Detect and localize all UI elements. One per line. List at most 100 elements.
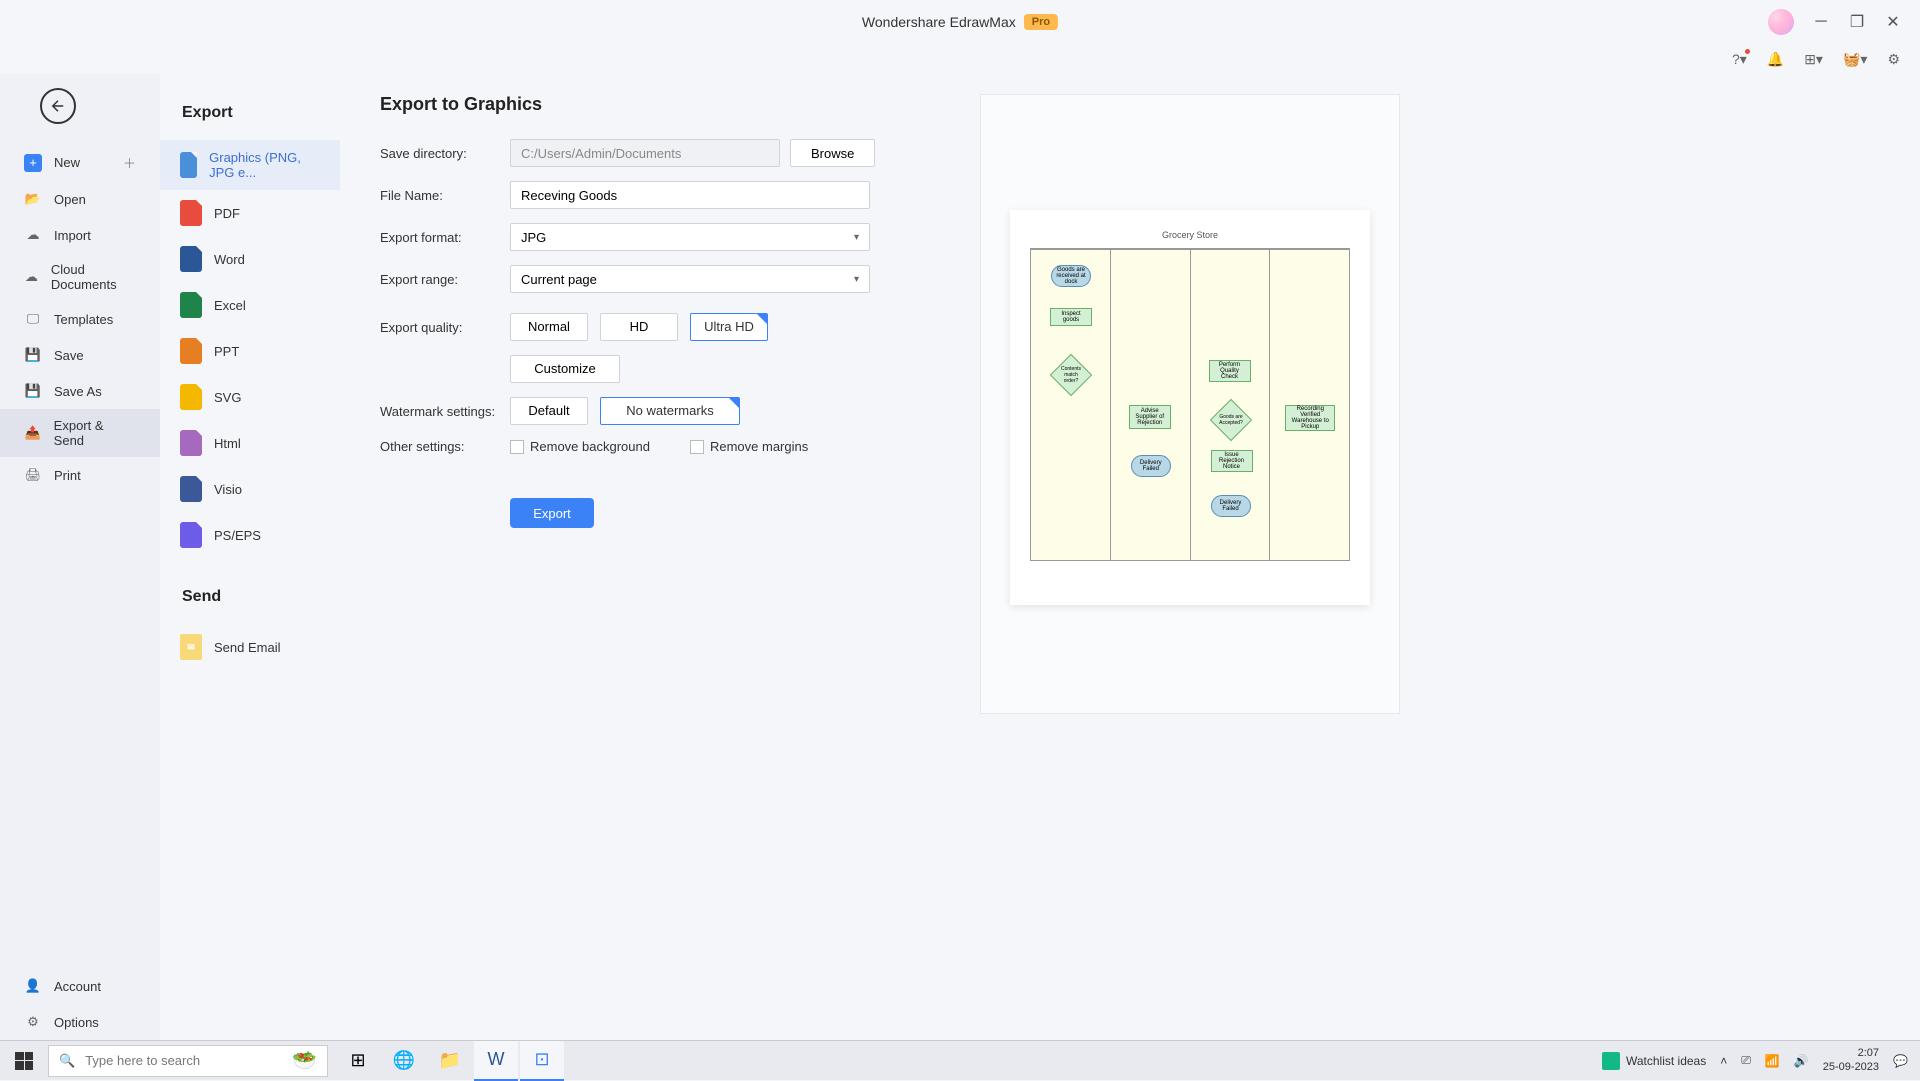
- taskbar: 🔍 Type here to search 🥗 ⊞ 🌐 📁 W ⊡ Watchl…: [0, 1040, 1920, 1080]
- browse-button[interactable]: Browse: [790, 139, 875, 167]
- word-app-icon[interactable]: W: [474, 1041, 518, 1081]
- nav-print[interactable]: 🖨 Print: [0, 457, 160, 493]
- nav-label: Print: [54, 468, 81, 483]
- export-type-label: Visio: [214, 482, 242, 497]
- page-title: Export to Graphics: [380, 94, 940, 115]
- cloud-icon: ☁: [24, 268, 39, 286]
- tray-wifi-icon[interactable]: 📶: [1765, 1054, 1780, 1068]
- watchlist-widget[interactable]: Watchlist ideas: [1602, 1052, 1706, 1070]
- export-type-svg[interactable]: SVG: [160, 374, 340, 420]
- export-type-label: PDF: [214, 206, 240, 221]
- tray-meet-icon[interactable]: ⎚: [1741, 1053, 1751, 1068]
- export-type-label: Html: [214, 436, 241, 451]
- task-view-button[interactable]: ⊞: [336, 1041, 380, 1081]
- format-label: Export format:: [380, 230, 510, 245]
- nav-save-as[interactable]: 💾 Save As: [0, 373, 160, 409]
- printer-icon: 🖨: [24, 466, 42, 484]
- filename-input[interactable]: [510, 181, 870, 209]
- user-avatar[interactable]: [1768, 9, 1794, 35]
- export-type-ppt[interactable]: PPT: [160, 328, 340, 374]
- cloud-down-icon: ☁: [24, 226, 42, 244]
- tray-chevron-icon[interactable]: ˄: [1720, 1054, 1727, 1068]
- watermark-none[interactable]: No watermarks: [600, 397, 740, 425]
- pdf-file-icon: [180, 200, 202, 226]
- left-nav: + New ＋ 📂 Open ☁ Import ☁ Cloud Document…: [0, 74, 160, 1040]
- nav-import[interactable]: ☁ Import: [0, 217, 160, 253]
- export-type-label: PPT: [214, 344, 239, 359]
- swimlane-chart: Goods are received at dock Inspect goods…: [1030, 248, 1350, 561]
- quality-hd[interactable]: HD: [600, 313, 678, 341]
- remove-margins-checkbox[interactable]: Remove margins: [690, 439, 808, 454]
- quality-ultrahd[interactable]: Ultra HD: [690, 313, 768, 341]
- maximize-button[interactable]: ❐: [1848, 13, 1866, 31]
- basket-icon[interactable]: 🧺▾: [1843, 51, 1867, 68]
- settings-icon[interactable]: ⚙: [1887, 51, 1900, 68]
- preview-pane: Grocery Store Goods are received at dock…: [980, 94, 1400, 714]
- edraw-app-icon[interactable]: ⊡: [520, 1041, 564, 1081]
- nav-label: Templates: [54, 312, 113, 327]
- export-button[interactable]: Export: [510, 498, 594, 528]
- export-type-ps[interactable]: PS/EPS: [160, 512, 340, 558]
- grid-icon[interactable]: ⊞▾: [1804, 51, 1823, 68]
- export-type-pdf[interactable]: PDF: [160, 190, 340, 236]
- export-type-graphics[interactable]: Graphics (PNG, JPG e...: [160, 140, 340, 190]
- watermark-label: Watermark settings:: [380, 404, 510, 419]
- send-email[interactable]: ✉ Send Email: [160, 624, 340, 670]
- tray-volume-icon[interactable]: 🔊: [1794, 1054, 1809, 1068]
- watermark-default[interactable]: Default: [510, 397, 588, 425]
- nav-label: Save: [54, 348, 84, 363]
- nav-new[interactable]: + New ＋: [0, 144, 160, 181]
- export-type-excel[interactable]: Excel: [160, 282, 340, 328]
- titlebar: Wondershare EdrawMax Pro ─ ❐ ✕: [0, 0, 1920, 44]
- graphics-file-icon: [180, 152, 197, 178]
- user-icon: 👤: [24, 977, 42, 995]
- nav-templates[interactable]: 🖵 Templates: [0, 301, 160, 337]
- nav-account[interactable]: 👤 Account: [0, 968, 160, 1004]
- flow-node: Delivery Failed: [1131, 455, 1171, 477]
- add-icon[interactable]: ＋: [123, 153, 136, 172]
- nav-label: Open: [54, 192, 86, 207]
- range-value: Current page: [521, 272, 597, 287]
- minimize-button[interactable]: ─: [1812, 13, 1830, 31]
- nav-cloud-docs[interactable]: ☁ Cloud Documents: [0, 253, 160, 301]
- save-dir-input[interactable]: [510, 139, 780, 167]
- nav-label: Save As: [54, 384, 102, 399]
- explorer-app-icon[interactable]: 📁: [428, 1041, 472, 1081]
- watchlist-label: Watchlist ideas: [1626, 1054, 1706, 1068]
- nav-options[interactable]: ⚙ Options: [0, 1004, 160, 1040]
- format-select[interactable]: JPG ▾: [510, 223, 870, 251]
- other-label: Other settings:: [380, 439, 510, 454]
- export-type-label: Excel: [214, 298, 246, 313]
- nav-save[interactable]: 💾 Save: [0, 337, 160, 373]
- taskbar-search[interactable]: 🔍 Type here to search 🥗: [48, 1045, 328, 1077]
- export-type-html[interactable]: Html: [160, 420, 340, 466]
- clock-date: 25-09-2023: [1823, 1061, 1879, 1074]
- start-button[interactable]: [0, 1041, 48, 1081]
- bell-icon[interactable]: 🔔: [1767, 51, 1784, 68]
- edge-app-icon[interactable]: 🌐: [382, 1041, 426, 1081]
- send-heading: Send: [160, 558, 340, 624]
- flow-node: Goods are received at dock: [1051, 265, 1091, 287]
- customize-button[interactable]: Customize: [510, 355, 620, 383]
- quality-normal[interactable]: Normal: [510, 313, 588, 341]
- close-button[interactable]: ✕: [1884, 13, 1902, 31]
- remove-bg-checkbox[interactable]: Remove background: [510, 439, 650, 454]
- tray-notifications-icon[interactable]: 💬: [1893, 1054, 1908, 1068]
- ppt-file-icon: [180, 338, 202, 364]
- remove-bg-text: Remove background: [530, 439, 650, 454]
- flow-node: Recording Verified Warehouse to Pickup: [1285, 405, 1335, 431]
- export-heading: Export: [160, 94, 340, 140]
- search-icon: 🔍: [59, 1053, 75, 1069]
- plus-square-icon: +: [24, 154, 42, 172]
- taskbar-clock[interactable]: 2:07 25-09-2023: [1823, 1047, 1879, 1073]
- nav-export-send[interactable]: 📤 Export & Send: [0, 409, 160, 457]
- back-button[interactable]: [40, 88, 76, 124]
- nav-label: Options: [54, 1015, 99, 1030]
- nav-open[interactable]: 📂 Open: [0, 181, 160, 217]
- checkbox-icon: [510, 440, 524, 454]
- ps-file-icon: [180, 522, 202, 548]
- export-type-visio[interactable]: Visio: [160, 466, 340, 512]
- help-icon[interactable]: ?▾: [1732, 51, 1747, 68]
- export-type-word[interactable]: Word: [160, 236, 340, 282]
- range-select[interactable]: Current page ▾: [510, 265, 870, 293]
